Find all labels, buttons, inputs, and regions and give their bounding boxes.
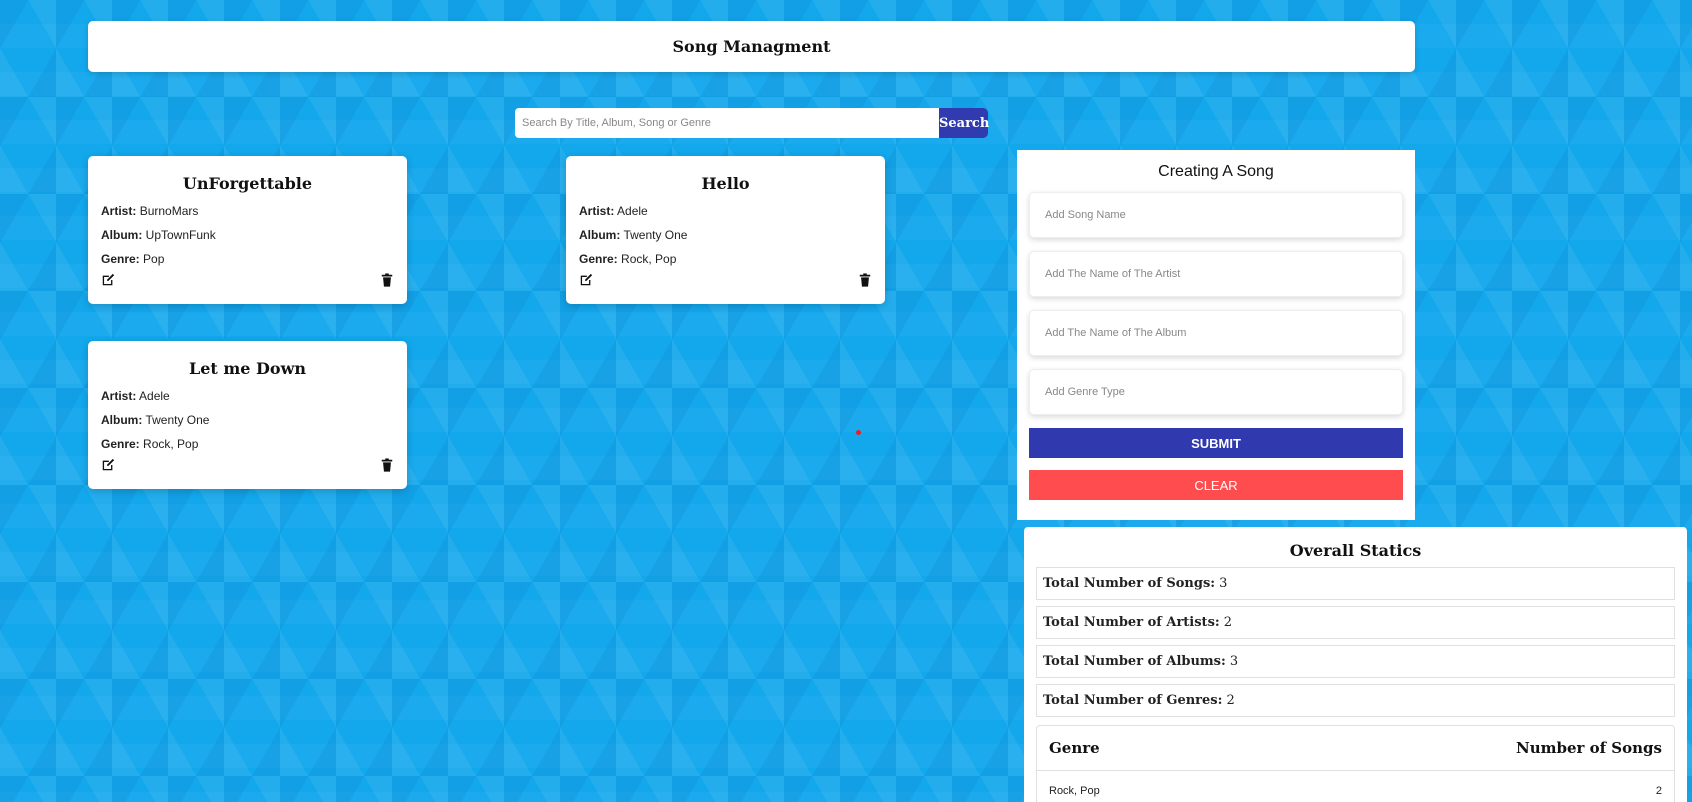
cursor-dot bbox=[856, 430, 861, 435]
stat-label: Total Number of Albums: bbox=[1043, 654, 1226, 669]
song-genre: Genre: Rock, Pop bbox=[101, 432, 394, 456]
song-card: Hello Artist: Adele Album: Twenty One Ge… bbox=[566, 156, 885, 304]
genre-type-input[interactable] bbox=[1029, 369, 1403, 415]
edit-icon[interactable] bbox=[101, 458, 115, 472]
song-artist: Artist: Adele bbox=[101, 384, 394, 408]
artist-label: Artist: bbox=[101, 204, 137, 218]
stat-label: Total Number of Songs: bbox=[1043, 576, 1216, 591]
album-value: UpTownFunk bbox=[145, 228, 216, 242]
genre-value: Rock, Pop bbox=[143, 437, 199, 451]
stat-value: 2 bbox=[1223, 615, 1232, 630]
count-cell: 2 bbox=[1655, 785, 1662, 797]
album-value: Twenty One bbox=[145, 413, 210, 427]
edit-icon[interactable] bbox=[101, 273, 115, 287]
song-title: Hello bbox=[701, 174, 750, 193]
stat-label: Total Number of Genres: bbox=[1043, 693, 1223, 708]
trash-icon[interactable] bbox=[858, 273, 872, 287]
stat-row-artists: Total Number of Artists: 2 bbox=[1036, 606, 1675, 639]
genre-value: Rock, Pop bbox=[621, 252, 677, 266]
stats-title: Overall Statics bbox=[1289, 541, 1422, 560]
clear-button[interactable]: CLEAR bbox=[1029, 470, 1403, 500]
artist-value: Adele bbox=[139, 389, 170, 403]
stat-value: 3 bbox=[1229, 654, 1239, 669]
trash-icon[interactable] bbox=[380, 458, 394, 472]
column-header-count: Number of Songs bbox=[1515, 739, 1662, 757]
table-header: Genre Number of Songs bbox=[1037, 726, 1674, 771]
submit-button[interactable]: SUBMIT bbox=[1029, 428, 1403, 458]
search-bar: Search bbox=[515, 108, 989, 138]
artist-name-input[interactable] bbox=[1029, 251, 1403, 297]
song-title: UnForgettable bbox=[182, 174, 313, 193]
stat-value: 2 bbox=[1226, 693, 1235, 708]
create-song-form: Creating A Song SUBMIT CLEAR bbox=[1017, 150, 1415, 520]
stat-row-songs: Total Number of Songs: 3 bbox=[1036, 567, 1675, 600]
genre-label: Genre: bbox=[101, 437, 140, 451]
song-album: Album: UpTownFunk bbox=[101, 223, 394, 247]
song-album: Album: Twenty One bbox=[101, 408, 394, 432]
song-artist: Artist: BurnoMars bbox=[101, 199, 394, 223]
song-card: UnForgettable Artist: BurnoMars Album: U… bbox=[88, 156, 407, 304]
app-header: Song Managment bbox=[88, 21, 1415, 72]
statistics-panel: Overall Statics Total Number of Songs: 3… bbox=[1024, 527, 1687, 802]
card-actions bbox=[579, 273, 872, 287]
artist-label: Artist: bbox=[579, 204, 615, 218]
song-genre: Genre: Pop bbox=[101, 247, 394, 271]
genre-table: Genre Number of Songs Rock, Pop 2 bbox=[1036, 725, 1675, 802]
artist-value: Adele bbox=[617, 204, 648, 218]
album-name-input[interactable] bbox=[1029, 310, 1403, 356]
trash-icon[interactable] bbox=[380, 273, 394, 287]
artist-label: Artist: bbox=[101, 389, 137, 403]
stat-row-albums: Total Number of Albums: 3 bbox=[1036, 645, 1675, 678]
genre-cell: Rock, Pop bbox=[1049, 785, 1100, 797]
album-value: Twenty One bbox=[623, 228, 688, 242]
stat-label: Total Number of Artists: bbox=[1043, 615, 1220, 630]
genre-value: Pop bbox=[143, 252, 165, 266]
card-actions bbox=[101, 458, 394, 472]
genre-label: Genre: bbox=[579, 252, 618, 266]
form-title: Creating A Song bbox=[1158, 163, 1274, 180]
search-button[interactable]: Search bbox=[939, 108, 989, 138]
song-album: Album: Twenty One bbox=[579, 223, 872, 247]
card-actions bbox=[101, 273, 394, 287]
song-genre: Genre: Rock, Pop bbox=[579, 247, 872, 271]
search-input[interactable] bbox=[515, 108, 939, 138]
column-header-genre: Genre bbox=[1049, 739, 1100, 757]
artist-value: BurnoMars bbox=[139, 204, 199, 218]
genre-label: Genre: bbox=[101, 252, 140, 266]
table-row: Rock, Pop 2 bbox=[1037, 771, 1674, 802]
song-card: Let me Down Artist: Adele Album: Twenty … bbox=[88, 341, 407, 489]
album-label: Album: bbox=[101, 228, 143, 242]
page-title: Song Managment bbox=[672, 37, 831, 56]
stat-value: 3 bbox=[1219, 576, 1228, 591]
song-artist: Artist: Adele bbox=[579, 199, 872, 223]
song-name-input[interactable] bbox=[1029, 192, 1403, 238]
stat-row-genres: Total Number of Genres: 2 bbox=[1036, 684, 1675, 717]
album-label: Album: bbox=[101, 413, 143, 427]
edit-icon[interactable] bbox=[579, 273, 593, 287]
album-label: Album: bbox=[579, 228, 621, 242]
song-title: Let me Down bbox=[188, 359, 307, 378]
